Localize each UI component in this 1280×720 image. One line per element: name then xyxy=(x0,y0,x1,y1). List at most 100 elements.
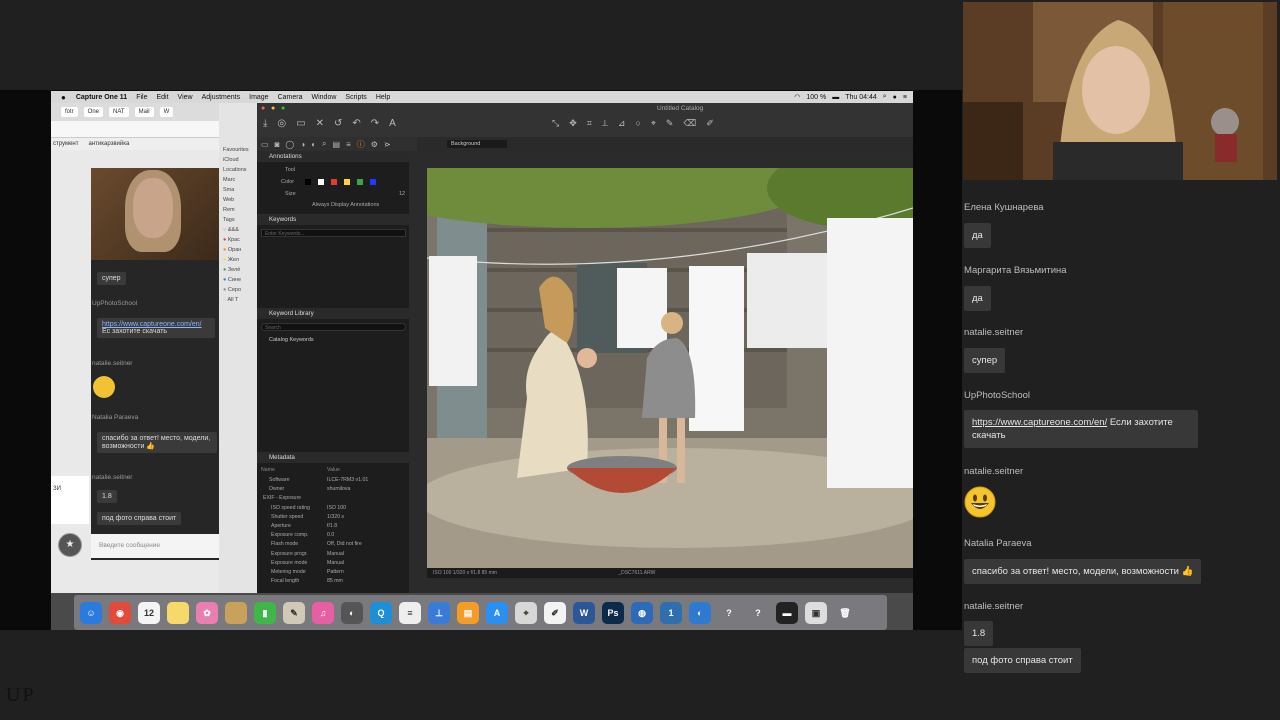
network-icon[interactable]: ◍ xyxy=(631,601,653,624)
browser-url-bar[interactable] xyxy=(51,121,226,138)
undo-icon[interactable]: ↶ xyxy=(352,118,360,129)
photoshop-icon[interactable]: Ps xyxy=(602,601,624,624)
tab-layers-icon[interactable]: ▤ xyxy=(333,140,341,149)
finder-tag[interactable]: ● Оран xyxy=(219,245,257,255)
panel-header-metadata[interactable]: Metadata xyxy=(257,452,409,463)
color-swatch-2[interactable] xyxy=(331,179,337,185)
pages-icon[interactable]: ✐ xyxy=(544,601,566,624)
chat-link[interactable]: https://www.captureone.com/en/ xyxy=(972,417,1107,428)
calendar-icon[interactable]: 12 xyxy=(138,601,160,624)
star-button[interactable]: ★ xyxy=(58,533,82,557)
tab-exposure-icon[interactable]: ◐ xyxy=(311,140,316,149)
metadata-row-value[interactable]: 85 mm xyxy=(327,578,343,584)
tab-adjust-icon[interactable]: ≡ xyxy=(346,140,351,149)
color-swatch-1[interactable] xyxy=(318,179,324,185)
close-window-icon[interactable]: ● xyxy=(261,105,265,112)
delete-icon[interactable]: ✕ xyxy=(316,118,324,129)
menu-file[interactable]: File xyxy=(136,94,147,101)
textedit-icon[interactable]: ≡ xyxy=(399,601,421,624)
apple-icon[interactable]: ● xyxy=(61,93,66,102)
cursor-tool-icon[interactable]: ⤡ xyxy=(552,118,559,129)
panel-header-annotations[interactable]: Annotations xyxy=(257,151,409,162)
keynote-icon[interactable]: ⊥ xyxy=(428,601,450,624)
viewer-photo[interactable] xyxy=(427,168,913,568)
bookmark-item[interactable]: антикарзвийка xyxy=(88,141,129,147)
chrome-icon[interactable]: ◉ xyxy=(109,601,131,624)
finder-tag[interactable]: ● Сине xyxy=(219,275,257,285)
color-swatch-3[interactable] xyxy=(344,179,350,185)
pan-tool-icon[interactable]: ✥ xyxy=(569,118,577,129)
menu-app-name[interactable]: Capture One 11 xyxy=(76,94,127,101)
menu-window[interactable]: Window xyxy=(312,94,337,101)
books-icon[interactable]: ▤ xyxy=(457,601,479,624)
tab-output-icon[interactable]: ⚙ xyxy=(371,140,378,149)
browser-tab[interactable]: One xyxy=(83,107,104,117)
tab-lens-icon[interactable]: ◯ xyxy=(285,140,294,149)
finder-icon[interactable]: ☺ xyxy=(80,601,102,624)
reset-icon[interactable]: ↺ xyxy=(334,118,342,129)
eraser-tool-icon[interactable]: ⌫ xyxy=(683,118,696,129)
photos-icon[interactable]: ✿ xyxy=(196,601,218,624)
metadata-row-value[interactable]: f/1.8 xyxy=(327,523,337,529)
metadata-row-value[interactable]: Pattern xyxy=(327,569,344,575)
globe-icon[interactable]: ◐ xyxy=(689,601,711,624)
menu-list-icon[interactable]: ≡ xyxy=(903,94,907,101)
capture-one-icon[interactable]: ◐ xyxy=(341,601,363,624)
brush-tool-icon[interactable]: ✎ xyxy=(666,118,674,129)
help-icon[interactable]: ? xyxy=(718,602,740,624)
word-icon[interactable]: W xyxy=(573,601,595,624)
keystone-tool-icon[interactable]: ⊿ xyxy=(618,118,626,129)
metadata-row-value[interactable]: Manual xyxy=(327,551,344,557)
finder-tag[interactable]: ◌ All T xyxy=(219,295,257,305)
color-swatch-4[interactable] xyxy=(357,179,363,185)
picker-tool-icon[interactable]: ⌖ xyxy=(651,118,656,129)
tab-metadata-icon[interactable]: ⓘ xyxy=(357,139,365,150)
trash-icon[interactable]: 🗑 xyxy=(834,602,856,624)
text-tool-icon[interactable]: A xyxy=(389,118,396,129)
inner-chat-link[interactable]: https://www.captureone.com/en/ xyxy=(102,321,202,328)
color-swatch-0[interactable] xyxy=(305,179,311,185)
tab-library-icon[interactable]: ▭ xyxy=(261,140,269,149)
catalog-keywords-label[interactable]: Catalog Keywords xyxy=(269,337,314,343)
finder-item[interactable]: Rem xyxy=(219,205,257,215)
quicktime-icon[interactable]: Q xyxy=(370,601,392,624)
browser-tab[interactable]: fotr xyxy=(61,107,78,117)
browser-tab[interactable]: W xyxy=(159,107,174,117)
wifi-icon[interactable]: ◠ xyxy=(794,93,800,101)
keywords-input[interactable]: Enter Keywords... xyxy=(261,229,406,237)
menu-camera[interactable]: Camera xyxy=(278,94,303,101)
screenshot-icon[interactable]: ▣ xyxy=(805,601,827,624)
import-icon[interactable]: ⤓ xyxy=(263,118,267,129)
menu-view[interactable]: View xyxy=(178,94,193,101)
tab-color-icon[interactable]: ◑ xyxy=(300,140,305,149)
menu-scripts[interactable]: Scripts xyxy=(345,94,366,101)
finder-tag[interactable]: ● Серо xyxy=(219,285,257,295)
bookmark-item[interactable]: струмент xyxy=(53,141,78,147)
numbers-icon[interactable]: ▮ xyxy=(254,601,276,624)
one-icon[interactable]: 1 xyxy=(660,601,682,624)
control-center-icon[interactable]: ● xyxy=(893,94,897,101)
metadata-row-value[interactable]: Manual xyxy=(327,560,344,566)
tab-capture-icon[interactable]: ◙ xyxy=(275,140,280,149)
finder-tag[interactable]: ○ &&& xyxy=(219,225,257,235)
keyword-library-search[interactable]: Search xyxy=(261,323,406,331)
finder-tag[interactable]: ● Зелё xyxy=(219,265,257,275)
browser-tab[interactable]: Mail xyxy=(134,107,154,117)
search-icon[interactable]: ⌕ xyxy=(883,93,887,101)
preview-icon[interactable] xyxy=(225,601,247,624)
menu-help[interactable]: Help xyxy=(376,94,390,101)
minimize-window-icon[interactable]: ● xyxy=(271,105,275,112)
preview2-icon[interactable]: ⌖ xyxy=(515,601,537,624)
menu-adjustments[interactable]: Adjustments xyxy=(202,94,241,101)
color-swatch-5[interactable] xyxy=(370,179,376,185)
notes-icon[interactable] xyxy=(167,601,189,624)
flag-icon[interactable]: ▬ xyxy=(832,94,839,101)
menu-edit[interactable]: Edit xyxy=(156,94,168,101)
panel-header-keywords[interactable]: Keywords xyxy=(257,214,409,225)
redo-icon[interactable]: ↷ xyxy=(371,118,379,129)
annotate-tool-icon[interactable]: ✐ xyxy=(706,118,714,129)
tab-batch-icon[interactable]: ⋗ xyxy=(384,140,391,149)
viewer-background-select[interactable]: Background xyxy=(447,140,507,148)
battery-label[interactable]: 100 % xyxy=(806,94,826,101)
tab-details-icon[interactable]: ⌕ xyxy=(322,139,326,149)
